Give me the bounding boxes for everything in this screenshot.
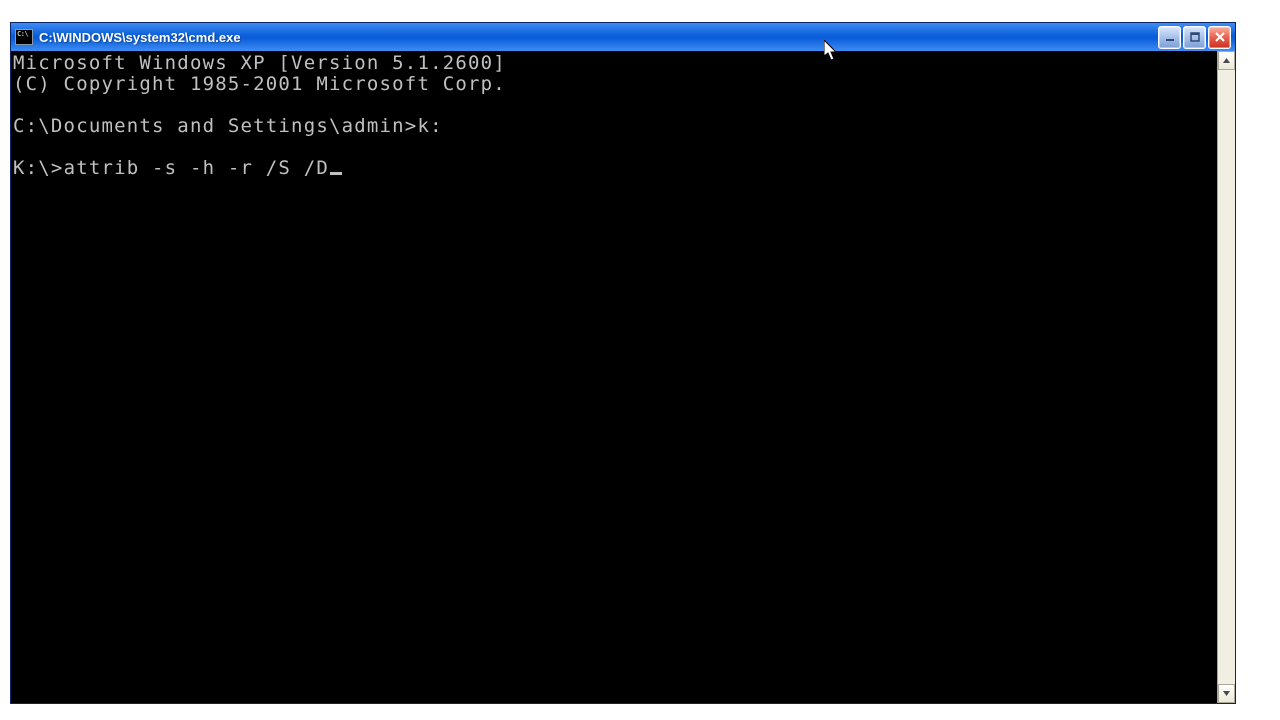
scroll-down-button[interactable]	[1218, 684, 1235, 703]
window-controls	[1158, 26, 1231, 49]
scrollbar-track[interactable]	[1218, 70, 1235, 684]
scroll-up-button[interactable]	[1218, 51, 1235, 70]
client-area: Microsoft Windows XP [Version 5.1.2600](…	[11, 51, 1235, 703]
terminal-line: Microsoft Windows XP [Version 5.1.2600]	[13, 53, 1215, 74]
terminal-input[interactable]: attrib -s -h -r /S /D	[64, 157, 329, 179]
vertical-scrollbar[interactable]	[1217, 51, 1235, 703]
terminal-prompt: K:\>	[13, 157, 64, 179]
terminal-line	[13, 137, 1215, 158]
terminal-line: (C) Copyright 1985-2001 Microsoft Corp.	[13, 74, 1215, 95]
terminal-cursor	[330, 172, 342, 175]
terminal-output[interactable]: Microsoft Windows XP [Version 5.1.2600](…	[11, 51, 1217, 703]
terminal-line: C:\Documents and Settings\admin>k:	[13, 116, 1215, 137]
terminal-line	[13, 95, 1215, 116]
minimize-button[interactable]	[1158, 26, 1181, 49]
titlebar[interactable]: C:\ C:\WINDOWS\system32\cmd.exe	[11, 23, 1235, 51]
maximize-button[interactable]	[1183, 26, 1206, 49]
close-button[interactable]	[1208, 26, 1231, 49]
cmd-window: C:\ C:\WINDOWS\system32\cmd.exe Microsof…	[10, 22, 1236, 704]
cmd-icon: C:\	[15, 29, 33, 45]
window-title: C:\WINDOWS\system32\cmd.exe	[39, 30, 1158, 45]
terminal-active-line[interactable]: K:\>attrib -s -h -r /S /D	[13, 158, 1215, 179]
